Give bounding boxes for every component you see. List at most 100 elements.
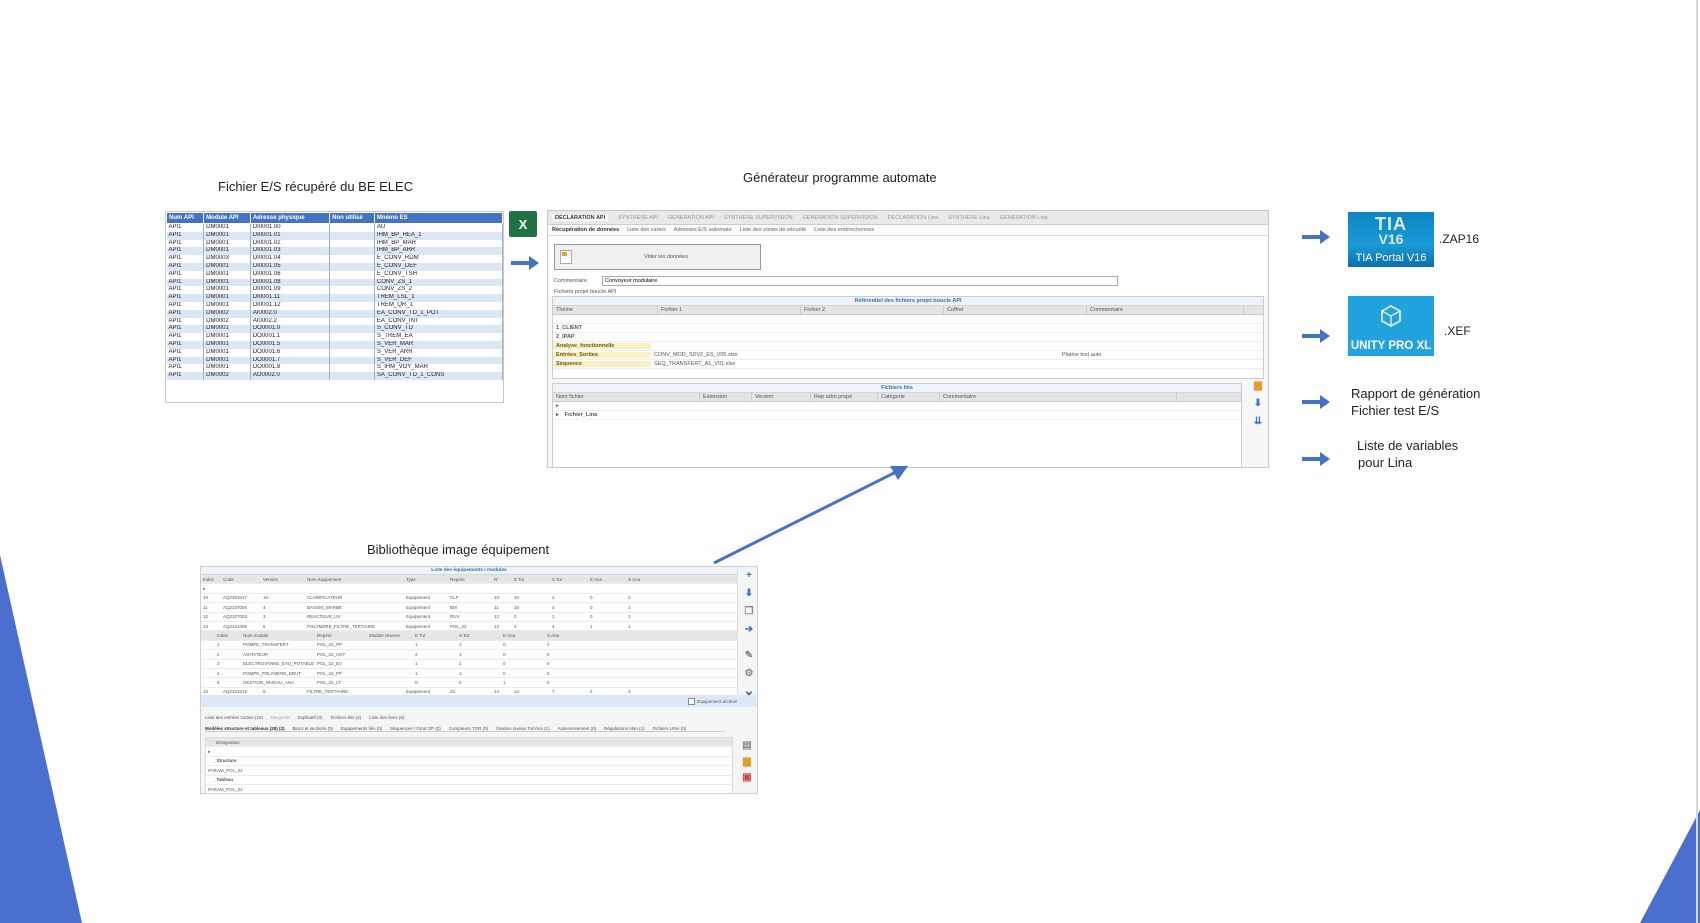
table-cell[interactable]: TREM_QR_1 — [374, 301, 503, 310]
table-cell[interactable] — [329, 247, 375, 256]
column-header[interactable]: S Ana — [626, 577, 664, 582]
table-cell[interactable]: API1 — [166, 255, 205, 263]
tab-0[interactable]: DECLARATION API — [552, 214, 609, 221]
subtab-0[interactable]: Récupération de données — [552, 227, 619, 233]
table-cell[interactable] — [329, 223, 375, 232]
library-tab[interactable]: Explicatif (0) — [298, 715, 323, 720]
column-header[interactable]: Extension — [700, 393, 752, 401]
table-cell[interactable]: E_CONV_RDM — [374, 255, 503, 263]
table-cell[interactable]: DM0002 — [203, 317, 251, 326]
column-header[interactable]: Index — [215, 633, 241, 638]
subtab-1[interactable]: Liste des cartes — [627, 227, 666, 233]
table-cell[interactable]: AU — [374, 223, 503, 232]
comment-input[interactable] — [602, 276, 1118, 286]
subtab-4[interactable]: Liste des embrochonnes — [814, 227, 874, 233]
table-cell[interactable]: AO0002.0 — [250, 372, 331, 380]
table-cell[interactable]: DM0001 — [203, 348, 251, 357]
table-cell[interactable] — [329, 301, 375, 310]
table-row[interactable]: Entrées_Sorties CONV_MOD_SDV2_ES_V05.xlsx… — [553, 351, 1263, 360]
table-cell[interactable]: API1 — [166, 278, 205, 287]
column-header[interactable]: E Ana — [588, 577, 626, 582]
table-cell[interactable] — [329, 340, 375, 349]
table-cell[interactable]: API1 — [166, 309, 205, 318]
column-header[interactable]: Nom module — [241, 633, 315, 638]
excel-column-header[interactable]: Non utilisé — [329, 212, 375, 224]
column-header[interactable]: Version — [261, 577, 305, 582]
table-cell[interactable]: DI0001.01 — [250, 231, 331, 240]
library-tab[interactable]: Liste des entrées sorties (18) — [205, 715, 263, 720]
table-row[interactable]: 11 AQ2107006 4 BASSIN_MARBE Equipement BM 11 16… — [201, 603, 737, 613]
table-cell[interactable]: DM0003 — [203, 255, 251, 263]
column-header[interactable]: Coffret — [944, 306, 1087, 314]
table-cell[interactable] — [329, 255, 375, 263]
table-cell[interactable]: AI0002.2 — [250, 317, 331, 326]
table-cell[interactable] — [329, 294, 375, 302]
table-cell[interactable]: API1 — [166, 223, 205, 232]
tab-5[interactable]: DECLARATION Lina — [888, 215, 939, 221]
table-row[interactable]: 10 AQ2301017 10 CLARIFICATEUR Equipement CLF 1… — [201, 593, 737, 604]
library-subtab[interactable]: Blocs et sections (0) — [293, 726, 334, 731]
table-cell[interactable]: DM0002 — [203, 309, 251, 318]
table-cell[interactable]: DI0001.03 — [250, 247, 331, 256]
table-cell[interactable]: IHM_BP_ARR — [374, 247, 503, 256]
table-cell[interactable]: DI0001.09 — [250, 286, 331, 295]
table-cell[interactable]: API1 — [166, 317, 205, 326]
table-cell[interactable]: DI0001.00 — [250, 223, 331, 232]
edit-icon[interactable]: ✎ — [743, 649, 755, 661]
table-row[interactable]: 1_CLIENT — [553, 324, 1263, 333]
table-row[interactable]: 2 AGITATEUR POL_22_AGT 2 1 0 0 — [201, 650, 737, 660]
column-header[interactable]: Rep arbo projet — [811, 393, 878, 401]
table-cell[interactable]: API1 — [166, 333, 205, 341]
table-cell[interactable] — [329, 239, 375, 248]
excel-column-header[interactable]: Module API — [203, 212, 251, 224]
column-header[interactable]: Commentaire — [1087, 306, 1244, 314]
table-row[interactable]: 12 AQ2107003 3 REACTEUR_UV Equipement RUV 12 2 1… — [201, 612, 737, 622]
table-cell[interactable] — [329, 309, 375, 318]
library-subtab[interactable]: Equipements liés (0) — [341, 726, 382, 731]
table-cell[interactable]: DI0001.06 — [250, 270, 331, 279]
add-icon[interactable]: + — [743, 569, 755, 581]
library-tab[interactable]: Liste des liens (6) — [369, 715, 404, 720]
table-cell[interactable]: CONV_ZS_1 — [374, 278, 503, 287]
table-cell[interactable]: S_IHM_VOY_MAR — [374, 364, 503, 373]
table-row[interactable]: 2_IPAP — [553, 333, 1263, 342]
library-subtab[interactable]: Régulations ANA (1) — [604, 726, 645, 731]
table-cell[interactable] — [329, 333, 375, 341]
column-header[interactable]: S Ana — [545, 633, 589, 638]
copy-icon[interactable]: ❐ — [743, 605, 755, 617]
library-subtab[interactable]: Compteurs TOR (0) — [449, 726, 488, 731]
table-cell[interactable]: TREM_LSL_1 — [374, 294, 503, 302]
table-cell[interactable]: DO0001.8 — [250, 364, 331, 373]
table-row[interactable]: 1 POMPE_TRANSFERT POL_22_PP 1 1 0 2 — [201, 640, 737, 651]
table-cell[interactable] — [329, 278, 375, 287]
table-icon[interactable]: ▤ — [741, 739, 753, 751]
library-subtab[interactable]: Fichiers LINA (0) — [653, 726, 687, 731]
table-cell[interactable]: API1 — [166, 372, 205, 380]
table-cell[interactable]: API1 — [166, 364, 205, 373]
table-cell[interactable]: API1 — [166, 231, 205, 240]
tab-2[interactable]: GENERATION API — [668, 215, 714, 221]
column-header[interactable]: Repère — [315, 633, 367, 638]
clear-data-button[interactable]: Vider les données — [554, 244, 761, 270]
table-cell[interactable]: API1 — [166, 270, 205, 279]
tab-6[interactable]: SYNTHESE Lina — [948, 215, 990, 221]
subtab-2[interactable]: Adresses E/S automate — [674, 227, 732, 233]
library-tab[interactable]: Fichiers liés (4) — [331, 715, 362, 720]
list-item[interactable]: PARAM_POL_22 — [206, 766, 732, 776]
table-cell[interactable]: DI0001.11 — [250, 294, 331, 302]
table-cell[interactable]: API1 — [166, 294, 205, 302]
table-cell[interactable]: IHM_BP_REA_1 — [374, 231, 503, 240]
table-cell[interactable]: DO0001.1 — [250, 333, 331, 341]
table-cell[interactable]: DM0001 — [203, 223, 251, 232]
tab-1[interactable]: SYNTHESE API — [618, 215, 658, 221]
table-cell[interactable]: E_CONV_TSH — [374, 270, 503, 279]
column-header[interactable]: Fichier 2 — [801, 306, 944, 314]
table-cell[interactable]: DI0001.08 — [250, 278, 331, 287]
column-header[interactable]: N° — [492, 577, 512, 582]
table-cell[interactable]: EA_CONV_TD_1_POT — [374, 309, 503, 318]
column-header[interactable]: Module réserve — [367, 633, 413, 638]
table-cell[interactable]: DM0001 — [203, 247, 251, 256]
table-cell[interactable] — [329, 356, 375, 365]
table-row[interactable]: 4 POMPE_POLYMERE_BRUT POL_22_PP 1 1 0 0 — [201, 668, 737, 679]
table-row[interactable]: 3 ELECTROVANNE_EAU_POTABLE POL_22_EV 1 1 0 0 — [201, 659, 737, 669]
